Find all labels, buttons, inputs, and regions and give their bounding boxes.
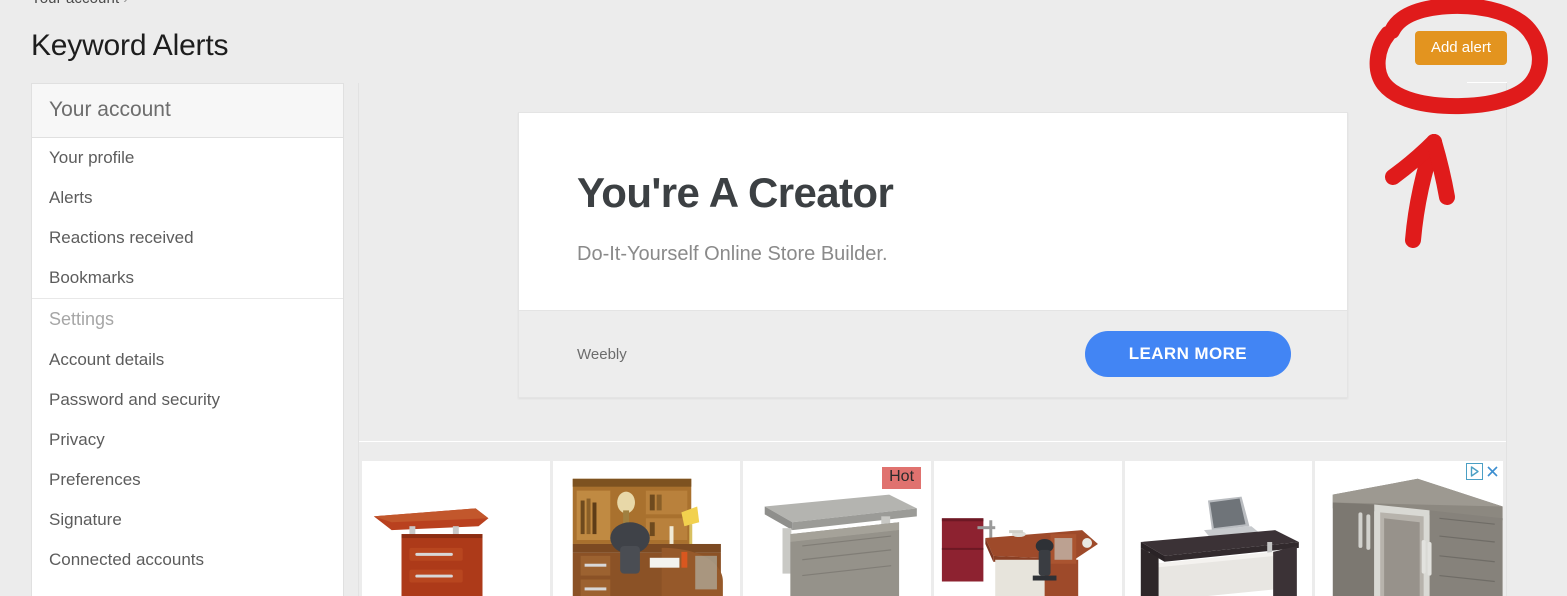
sidebar-item-your-profile[interactable]: Your profile [32, 138, 343, 178]
sidebar-item-reactions-received[interactable]: Reactions received [32, 218, 343, 258]
ad-subline: Do-It-Yourself Online Store Builder. [577, 243, 888, 266]
account-sidebar: Your account Your profile Alerts Reactio… [31, 83, 344, 596]
product-tile[interactable]: Hot [743, 461, 932, 596]
cherry-l-shaped-executive-desk-image [934, 461, 1122, 596]
product-tile[interactable] [934, 461, 1122, 596]
learn-more-button[interactable]: LEARN MORE [1084, 331, 1291, 378]
breadcrumb-separator-icon: › [123, 0, 128, 7]
sidebar-header: Your account [32, 84, 343, 138]
hot-badge: Hot [882, 467, 922, 489]
product-tile[interactable] [552, 461, 741, 596]
product-carousel: Hot [362, 461, 1504, 596]
main-content: You're A Creator Do-It-Yourself Online S… [358, 83, 1507, 596]
sidebar-item-privacy[interactable]: Privacy [32, 420, 343, 460]
product-tile[interactable] [1124, 461, 1313, 596]
sidebar-item-account-details[interactable]: Account details [32, 340, 343, 380]
adchoices-icon[interactable] [1466, 463, 1484, 480]
sidebar-item-preferences[interactable]: Preferences [32, 460, 343, 500]
red-mahogany-peninsula-desk-image [362, 461, 550, 596]
page-title: Keyword Alerts [31, 29, 229, 62]
product-tile[interactable] [1315, 461, 1504, 596]
sidebar-item-bookmarks[interactable]: Bookmarks [32, 258, 343, 298]
sidebar-section-settings-label: Settings [49, 309, 115, 329]
sidebar-item-password-and-security[interactable]: Password and security [32, 380, 343, 420]
sidebar-item-connected-accounts[interactable]: Connected accounts [32, 540, 343, 580]
breadcrumb[interactable]: Your account › [31, 0, 128, 7]
sidebar-item-signature[interactable]: Signature [32, 500, 343, 540]
ad-card-body: You're A Creator Do-It-Yourself Online S… [519, 113, 1347, 311]
ad-headline: You're A Creator [577, 169, 894, 216]
page-root: Your account › Keyword Alerts Add alert Y… [0, 0, 1567, 596]
add-alert-button[interactable]: Add alert [1414, 31, 1507, 65]
product-tile[interactable] [362, 461, 550, 596]
ad-section-divider [359, 441, 1506, 442]
display-ad-card[interactable]: You're A Creator Do-It-Yourself Online S… [518, 112, 1348, 399]
ad-advertiser-name: Weebly [577, 345, 627, 363]
ad-controls [1466, 463, 1502, 480]
sidebar-item-alerts[interactable]: Alerts [32, 178, 343, 218]
espresso-desk-with-laptop-image [1124, 461, 1313, 596]
grey-storage-cabinet-image [1315, 461, 1504, 596]
executive-office-suite-with-hutch-image [552, 461, 741, 596]
sidebar-group-main: Your profile Alerts Reactions received B… [32, 138, 343, 298]
breadcrumb-label[interactable]: Your account [31, 0, 119, 7]
sidebar-group-settings: Settings Account details Password and se… [32, 298, 343, 580]
close-icon[interactable] [1484, 463, 1502, 480]
ad-card-footer: Weebly LEARN MORE [519, 310, 1347, 398]
